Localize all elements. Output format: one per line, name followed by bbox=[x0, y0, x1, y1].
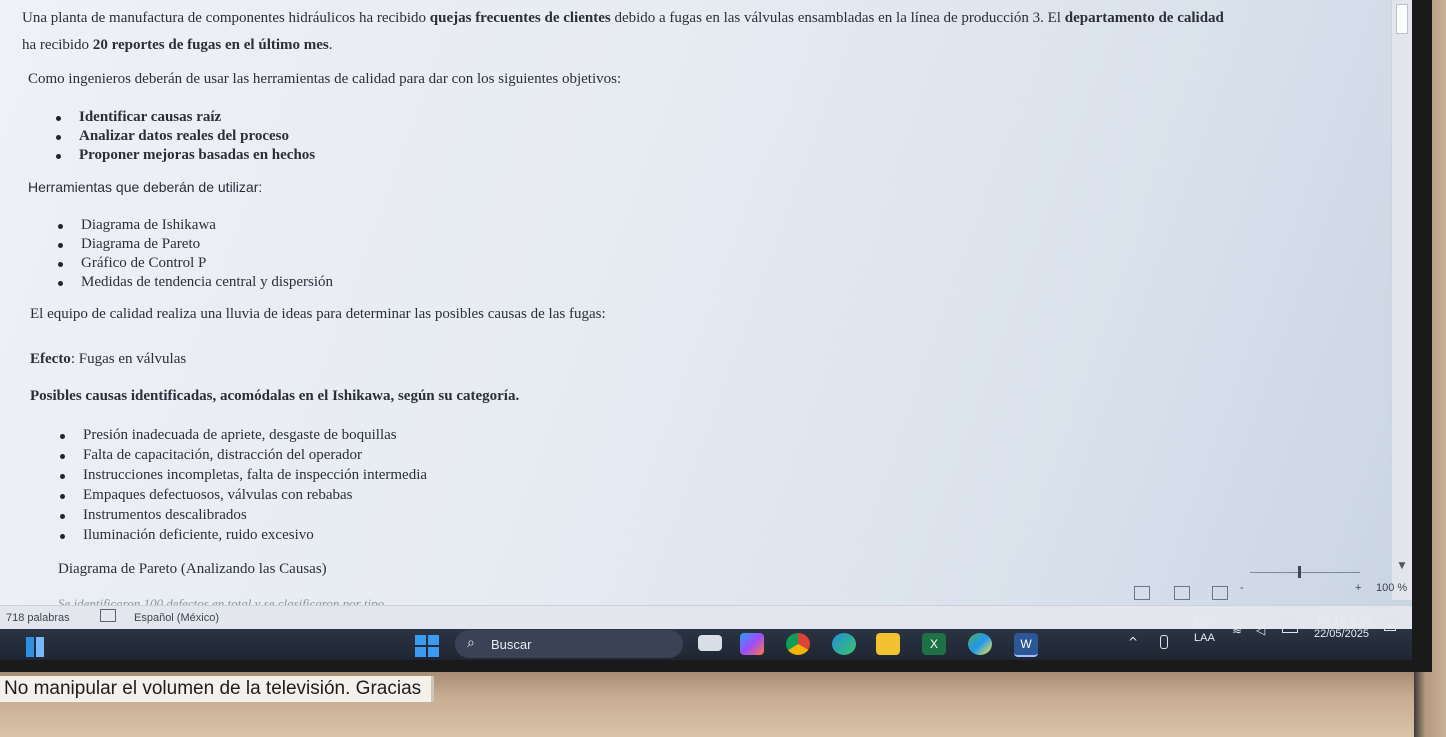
clock-time[interactable]: 09:16 a. m. bbox=[1318, 614, 1373, 626]
intro-bold-complaints: quejas frecuentes de clientes bbox=[429, 10, 611, 26]
intro-text-2: debido a fugas en las válvulas ensamblad… bbox=[610, 10, 1065, 26]
intro-period: . bbox=[328, 37, 333, 53]
causes-list: Presión inadecuada de apriete, desgaste … bbox=[56, 426, 427, 546]
input-language-bottom[interactable]: LAA bbox=[1194, 632, 1215, 644]
zoom-level[interactable]: 100 % bbox=[1376, 582, 1407, 594]
effect-value: : Fugas en válvulas bbox=[70, 351, 187, 367]
intro-text: Una planta de manufactura de componentes… bbox=[22, 10, 430, 26]
input-language-top[interactable]: ESP bbox=[1194, 616, 1216, 628]
list-item: Instrucciones incompletas, falta de insp… bbox=[56, 466, 427, 486]
microphone-icon[interactable] bbox=[1160, 635, 1168, 649]
causes-heading: Posibles causas identificadas, acomódala… bbox=[30, 388, 520, 404]
list-item: Proponer mejoras basadas en hechos bbox=[52, 146, 315, 165]
start-menu-icon[interactable] bbox=[415, 635, 439, 657]
list-item: Analizar datos reales del proceso bbox=[52, 127, 315, 146]
monitor-bezel: Una planta de manufactura de componentes… bbox=[0, 0, 1432, 672]
task-view-icon[interactable] bbox=[698, 635, 722, 651]
screen: Una planta de manufactura de componentes… bbox=[0, 0, 1412, 660]
list-item: Empaques defectuosos, válvulas con rebab… bbox=[56, 486, 427, 506]
tools-list: Diagrama de Ishikawa Diagrama de Pareto … bbox=[54, 216, 333, 292]
scrollbar-thumb[interactable] bbox=[1396, 4, 1408, 34]
effect-line: Efecto: Fugas en válvulas bbox=[30, 350, 186, 369]
edge-icon[interactable] bbox=[832, 633, 856, 655]
vertical-scrollbar[interactable]: ▼ bbox=[1391, 0, 1412, 600]
tray-chevron-icon[interactable]: ^ bbox=[1128, 635, 1138, 649]
list-item: Medidas de tendencia central y dispersió… bbox=[54, 273, 333, 292]
list-item: Instrumentos descalibrados bbox=[56, 506, 427, 526]
taskbar: ⌕ Buscar X W ^ ESP LAA ≋ ◁ 09:16 a. m. 2… bbox=[0, 614, 1412, 660]
file-explorer-icon[interactable] bbox=[876, 633, 900, 655]
excel-icon[interactable]: X bbox=[922, 633, 946, 655]
volume-icon[interactable]: ◁ bbox=[1256, 623, 1265, 637]
battery-icon[interactable] bbox=[1282, 623, 1298, 633]
list-item: Falta de capacitación, distracción del o… bbox=[56, 446, 427, 466]
web-layout-icon[interactable] bbox=[1212, 586, 1228, 600]
proofing-icon[interactable] bbox=[100, 609, 116, 622]
app-icon[interactable] bbox=[968, 633, 992, 655]
widgets-icon[interactable] bbox=[26, 637, 46, 657]
list-item: Diagrama de Ishikawa bbox=[54, 216, 333, 235]
zoom-slider-track[interactable] bbox=[1250, 572, 1360, 573]
pareto-heading: Diagrama de Pareto (Analizando las Causa… bbox=[58, 561, 327, 577]
read-mode-icon[interactable] bbox=[1134, 586, 1150, 600]
notifications-icon[interactable] bbox=[1384, 617, 1396, 631]
intro-bold-reports: 20 reportes de fugas en el último mes bbox=[92, 37, 329, 53]
scroll-down-arrow-icon[interactable]: ▼ bbox=[1396, 560, 1408, 572]
brainstorm-text: El equipo de calidad realiza una lluvia … bbox=[30, 306, 606, 322]
effect-label: Efecto bbox=[30, 351, 71, 367]
copilot-icon[interactable] bbox=[740, 633, 764, 655]
intro-line-2: ha recibido 20 reportes de fugas en el ú… bbox=[22, 36, 333, 55]
list-item: Gráfico de Control P bbox=[54, 254, 333, 273]
word-count[interactable]: 718 palabras bbox=[6, 612, 70, 624]
intro-bold-department: departamento de calidad bbox=[1064, 10, 1224, 26]
intro-line-1: Una planta de manufactura de componentes… bbox=[22, 9, 1224, 28]
list-item: Diagrama de Pareto bbox=[54, 235, 333, 254]
zoom-in-button[interactable]: + bbox=[1355, 582, 1361, 594]
intro-text-3: ha recibido bbox=[22, 37, 93, 53]
zoom-out-button[interactable]: - bbox=[1240, 582, 1244, 594]
tv-warning-sticker: No manipular el volumen de la televisión… bbox=[0, 676, 435, 702]
clock-date[interactable]: 22/05/2025 bbox=[1314, 628, 1369, 640]
search-icon: ⌕ bbox=[467, 635, 475, 651]
list-item: Identificar causas raíz bbox=[52, 108, 315, 127]
objectives-intro: Como ingenieros deberán de usar las herr… bbox=[28, 71, 622, 87]
search-box[interactable]: ⌕ Buscar bbox=[455, 630, 683, 658]
list-item: Presión inadecuada de apriete, desgaste … bbox=[56, 426, 427, 446]
search-label: Buscar bbox=[491, 637, 532, 652]
view-modes: - + 100 % bbox=[0, 566, 1412, 604]
list-item: Iluminación deficiente, ruido excesivo bbox=[56, 526, 427, 546]
print-layout-icon[interactable] bbox=[1174, 586, 1190, 600]
chrome-icon[interactable] bbox=[786, 633, 810, 655]
word-icon[interactable]: W bbox=[1014, 633, 1038, 657]
zoom-slider-thumb[interactable] bbox=[1298, 566, 1301, 578]
document-page[interactable]: Una planta de manufactura de componentes… bbox=[0, 0, 1392, 606]
tools-heading: Herramientas que deberán de utilizar: bbox=[28, 179, 263, 195]
language-indicator[interactable]: Español (México) bbox=[134, 612, 219, 624]
wifi-icon[interactable]: ≋ bbox=[1232, 623, 1242, 637]
objectives-list: Identificar causas raíz Analizar datos r… bbox=[52, 108, 315, 165]
